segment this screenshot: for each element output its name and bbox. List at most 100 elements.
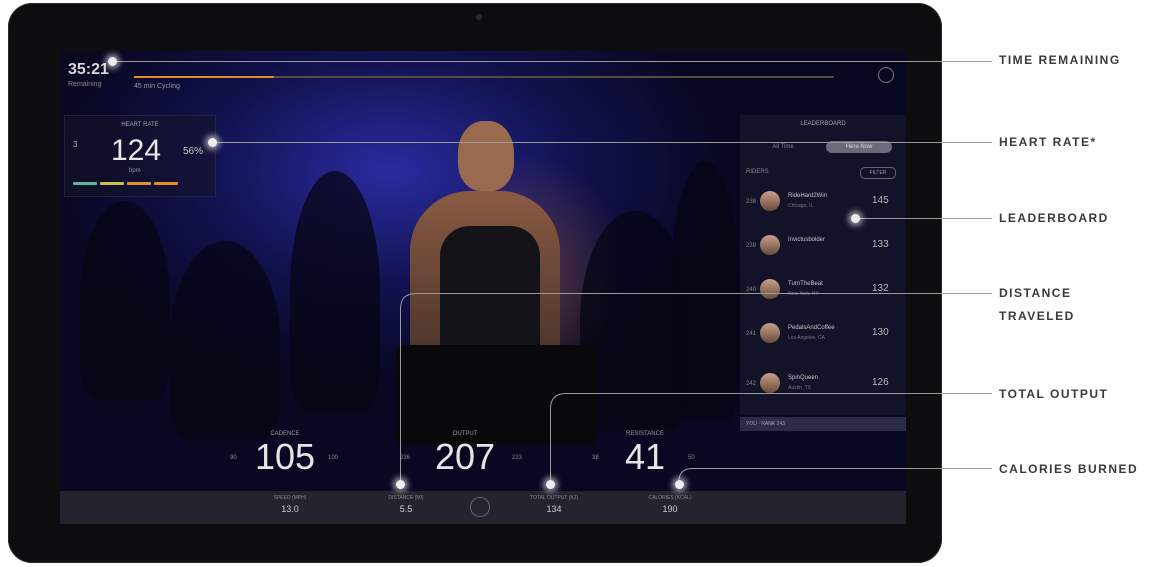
- rider-location: Los Angeles, CA: [788, 335, 825, 341]
- distance-label: DISTANCE (MI): [388, 495, 424, 501]
- cadence-best: 100: [328, 455, 339, 461]
- total-output-label: TOTAL OUTPUT (KJ): [530, 495, 578, 501]
- resistance-avg: 38: [592, 455, 599, 461]
- cadence-avg: 90: [230, 455, 237, 461]
- rank: 239: [746, 243, 757, 249]
- heart-rate-unit: bpm: [129, 168, 141, 174]
- camera-dot: [476, 14, 482, 20]
- avatar: [760, 373, 780, 393]
- heart-rate-percent: 56%: [183, 146, 204, 157]
- heart-rate-panel[interactable]: HEART RATE 3 124 56% bpm: [64, 115, 216, 197]
- class-title: 45 min Cycling: [134, 83, 180, 90]
- class-progress-fill: [134, 76, 274, 78]
- callout-line-distance: [415, 293, 992, 294]
- class-progress-bar: [134, 76, 834, 78]
- calories-stat: CALORIES (KCAL) 190: [620, 495, 720, 514]
- callout-calories-burned: CALORIES BURNED: [999, 462, 1139, 476]
- settings-button[interactable]: [470, 497, 490, 517]
- output-avg: 236: [400, 455, 411, 461]
- callout-total-output: TOTAL OUTPUT: [999, 387, 1109, 401]
- callout-dot-leaderboard: [851, 214, 860, 223]
- leaderboard-panel[interactable]: LEADERBOARD All Time Here Now RIDERS FIL…: [740, 115, 906, 431]
- zone-segment: [73, 182, 97, 185]
- output-best: 223: [512, 455, 523, 461]
- rider-name: RideHard2Win: [788, 193, 828, 199]
- cadence-metric: CADENCE 105 90 100: [210, 431, 360, 491]
- rider-name: PedalsAndCoffee: [788, 325, 835, 331]
- speed-value: 13.0: [281, 504, 299, 514]
- bottom-stats-bar: SPEED (MPH) 13.0 DISTANCE (MI) 5.5 TOTAL…: [60, 491, 906, 524]
- speed-stat: SPEED (MPH) 13.0: [240, 495, 340, 514]
- total-output-value: 134: [546, 504, 562, 514]
- rider-location: Chicago, IL: [788, 203, 814, 209]
- callout-heart-rate: HEART RATE*: [999, 135, 1097, 149]
- callout-line-calories: [690, 468, 992, 469]
- rank: 241: [746, 331, 757, 337]
- zone-segment: [127, 182, 151, 185]
- top-bar: 35:21 Remaining 45 min Cycling: [60, 51, 906, 101]
- leaderboard-row[interactable]: 238 RideHard2Win Chicago, IL 145: [740, 183, 906, 223]
- crowd-silhouette: [80, 201, 170, 401]
- crowd-silhouette: [290, 171, 380, 411]
- callout-dot-heart-rate: [208, 138, 217, 147]
- rider-location: New York, NY: [788, 291, 819, 297]
- avatar: [760, 279, 780, 299]
- leaderboard-filter-button[interactable]: FILTER: [860, 167, 896, 179]
- callout-line-heart-rate: [212, 142, 992, 143]
- rank: 242: [746, 381, 757, 387]
- leaderboard-me-row[interactable]: YOU · RANK 243: [740, 417, 906, 431]
- rider-name: TurnTheBeat: [788, 281, 823, 287]
- output-metric: OUTPUT 207 236 223: [390, 431, 540, 491]
- resistance-metric: RESISTANCE 41 38 50: [570, 431, 720, 491]
- metrics-row: CADENCE 105 90 100 OUTPUT 207 236 223 RE…: [210, 431, 750, 491]
- leaderboard-section-label: RIDERS: [746, 169, 769, 175]
- rider-name: Invictusbolder: [788, 237, 826, 243]
- callout-distance-line1: DISTANCE: [999, 286, 1072, 300]
- callout-dot-distance: [396, 480, 405, 489]
- total-output-stat: TOTAL OUTPUT (KJ) 134: [504, 495, 604, 514]
- avatar: [760, 191, 780, 211]
- ride-screen: 35:21 Remaining 45 min Cycling HEART RAT…: [60, 51, 906, 524]
- menu-button[interactable]: [878, 67, 894, 83]
- leaderboard-row[interactable]: 239 Invictusbolder 133: [740, 227, 906, 267]
- callout-corner-total-output: [550, 393, 566, 409]
- callout-line-total-output: [565, 393, 992, 394]
- tablet-frame: 35:21 Remaining 45 min Cycling HEART RAT…: [8, 3, 942, 563]
- instructor-head: [458, 121, 514, 191]
- callout-line-distance-vertical: [400, 308, 401, 484]
- distance-value: 5.5: [399, 504, 413, 514]
- speed-label: SPEED (MPH): [273, 495, 307, 501]
- callout-distance-line2: TRAVELED: [999, 309, 1075, 323]
- leaderboard-row[interactable]: 241 PedalsAndCoffee Los Angeles, CA 130: [740, 315, 906, 355]
- rider-output: 145: [872, 195, 889, 206]
- callout-leaderboard: LEADERBOARD: [999, 211, 1109, 225]
- avatar: [760, 323, 780, 343]
- zone-segment: [100, 182, 124, 185]
- leaderboard-row[interactable]: 240 TurnTheBeat New York, NY 132: [740, 271, 906, 311]
- callout-dot-time: [108, 57, 117, 66]
- calories-label: CALORIES (KCAL): [648, 495, 692, 501]
- zone-segment: [154, 182, 178, 185]
- crowd-silhouette: [170, 241, 280, 441]
- time-remaining-value: 35:21: [68, 61, 109, 78]
- rider-output: 133: [872, 239, 889, 250]
- heart-rate-value: 124: [111, 134, 162, 167]
- callout-line-leaderboard: [855, 218, 992, 219]
- crowd-silhouette: [670, 161, 740, 421]
- avatar: [760, 235, 780, 255]
- callout-dot-total-output: [546, 480, 555, 489]
- leaderboard-title: LEADERBOARD: [800, 121, 846, 127]
- callout-time-remaining: TIME REMAINING: [999, 53, 1121, 67]
- resistance-best: 50: [688, 455, 695, 461]
- heart-rate-zone: 3: [73, 140, 78, 149]
- rider-output: 126: [872, 377, 889, 388]
- callout-line-time: [112, 61, 992, 62]
- rider-name: SpinQueen: [788, 375, 819, 381]
- distance-stat: DISTANCE (MI) 5.5: [356, 495, 456, 514]
- heart-rate-zone-bar: [73, 182, 178, 185]
- callout-line-total-output-vertical: [550, 408, 551, 484]
- callout-dot-calories: [675, 480, 684, 489]
- rider-output: 130: [872, 327, 889, 338]
- rank: 238: [746, 199, 757, 205]
- leaderboard-row[interactable]: 242 SpinQueen Austin, TX 126: [740, 365, 906, 405]
